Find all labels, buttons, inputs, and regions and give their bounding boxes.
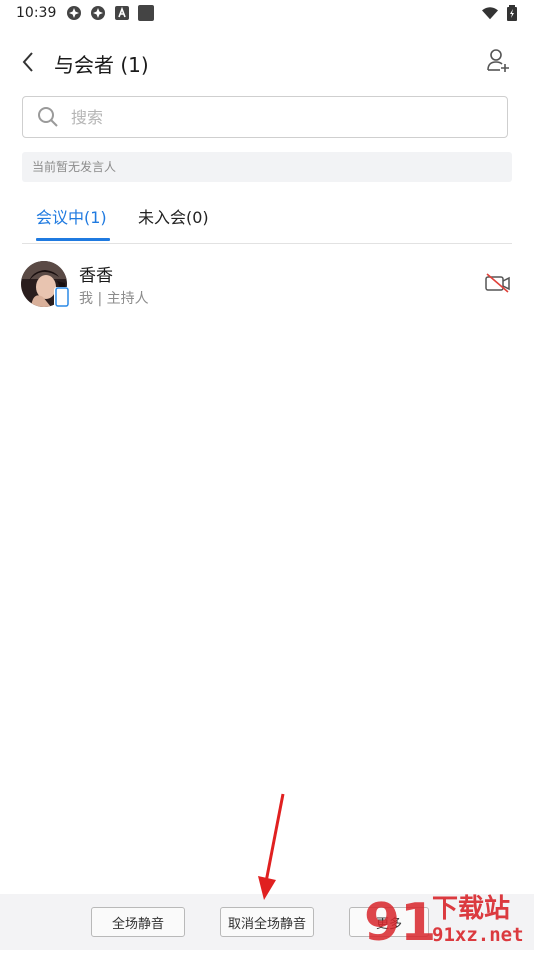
app-header: 与会者 (1) <box>0 40 534 84</box>
active-tab-indicator <box>36 238 110 241</box>
search-input[interactable] <box>69 106 473 128</box>
wifi-icon <box>482 5 498 21</box>
mute-all-button[interactable]: 全场静音 <box>91 907 185 937</box>
watermark: 91 下载站 91xz.net <box>362 884 534 953</box>
unmute-all-button[interactable]: 取消全场静音 <box>220 907 314 937</box>
add-user-icon <box>487 49 509 72</box>
system-icons <box>482 5 520 21</box>
add-participant-button[interactable] <box>484 46 514 76</box>
camera-off-icon[interactable] <box>484 272 512 294</box>
participant-tabs: 会议中(1) 未入会(0) <box>22 196 512 244</box>
watermark-logo-text: 91 <box>364 893 436 950</box>
participant-role: 我 | 主持人 <box>79 291 149 307</box>
status-bar: 10:39 <box>0 0 534 28</box>
back-button[interactable] <box>14 48 42 76</box>
tab-in-meeting[interactable]: 会议中(1) <box>36 204 107 228</box>
page-title: 与会者 (1) <box>54 53 149 77</box>
square-app-icon <box>138 5 154 21</box>
app-notification-icon <box>66 5 82 21</box>
watermark-brand: 下载站 <box>432 894 511 924</box>
a-app-icon <box>114 5 130 21</box>
phone-icon <box>53 286 71 308</box>
participant-name: 香香 <box>79 266 113 286</box>
current-speaker-banner: 当前暂无发言人 <box>22 152 512 182</box>
battery-charging-icon <box>504 5 520 21</box>
annotation-arrow-icon <box>258 793 285 900</box>
search-box[interactable] <box>22 96 508 138</box>
notification-icons <box>66 5 154 21</box>
app-notification-icon <box>90 5 106 21</box>
participant-row[interactable]: 香香 我 | 主持人 <box>0 256 534 316</box>
chevron-left-icon <box>22 52 33 72</box>
tab-not-joined[interactable]: 未入会(0) <box>138 204 209 228</box>
watermark-site: 91xz.net <box>432 924 524 946</box>
status-time: 10:39 <box>16 5 57 21</box>
search-icon <box>38 107 58 127</box>
